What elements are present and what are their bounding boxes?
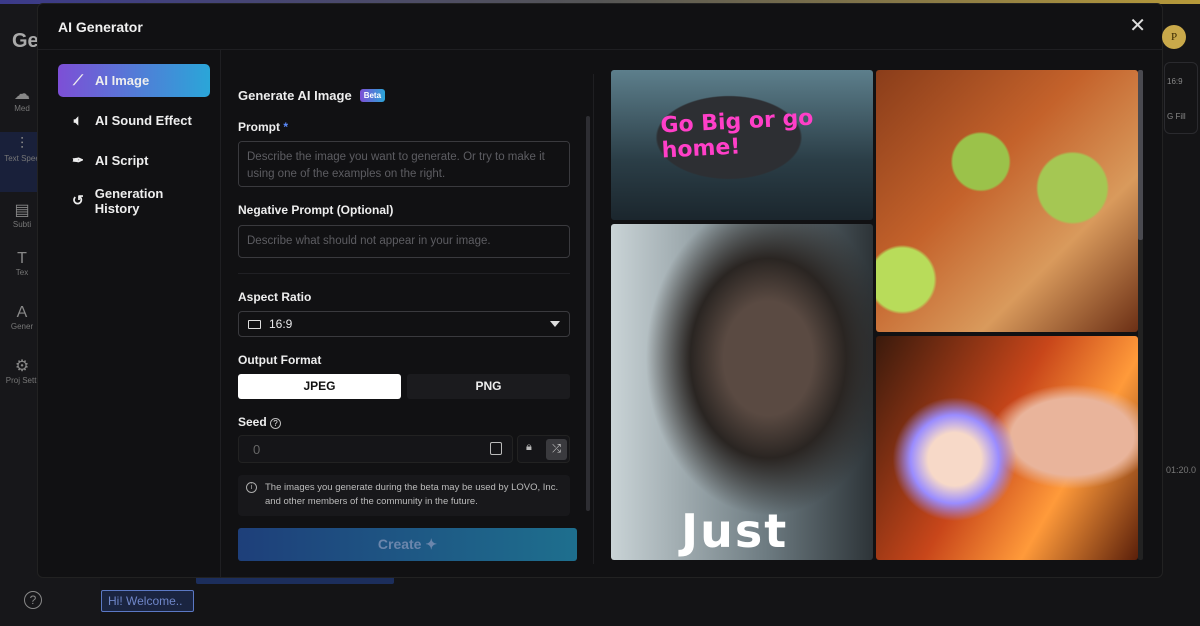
format-png-button[interactable]: PNG <box>407 374 570 399</box>
beta-notice: i The images you generate during the beta… <box>238 475 570 516</box>
shuffle-icon[interactable]: ⤮ <box>546 439 567 460</box>
example-image[interactable]: Just <box>611 224 873 560</box>
nav-ai-sound-effect[interactable]: 🔈︎ AI Sound Effect <box>58 104 210 137</box>
info-icon: i <box>246 482 257 493</box>
generator-nav: ⟋ AI Image 🔈︎ AI Sound Effect ✒︎ AI Script … <box>38 50 221 577</box>
gallery-scrollbar[interactable] <box>1138 70 1143 240</box>
ratio-label[interactable]: 16:9 <box>1167 77 1195 86</box>
timeline-clip-welcome[interactable]: Hi! Welcome.. <box>101 590 194 612</box>
form-scrollbar[interactable] <box>586 116 590 511</box>
seed-input[interactable]: 0 <box>238 435 513 463</box>
aspect-ratio-icon <box>248 319 261 329</box>
chevron-down-icon <box>550 321 560 327</box>
magic-wand-icon: ⟋ <box>73 72 83 88</box>
nav-generation-history[interactable]: ↺ Generation History <box>58 184 210 217</box>
negative-prompt-label: Negative Prompt (Optional) <box>238 203 394 217</box>
example-image[interactable] <box>876 336 1138 560</box>
divider <box>238 273 570 274</box>
history-icon: ↺ <box>72 192 84 208</box>
aspect-ratio-label: Aspect Ratio <box>238 290 312 304</box>
dialog-header: AI Generator ✕ <box>38 4 1162 50</box>
quill-icon: ✒︎ <box>72 152 84 168</box>
right-panel: 16:9 G Fill <box>1164 62 1198 134</box>
bg-fill-label[interactable]: G Fill <box>1167 112 1195 121</box>
timeline-time: 01:20.0 <box>1166 465 1197 475</box>
beta-badge: Beta <box>359 89 386 102</box>
form-heading: Generate AI Image Beta <box>238 88 386 103</box>
nav-ai-script[interactable]: ✒︎ AI Script <box>58 144 210 177</box>
close-icon[interactable]: ✕ <box>1129 13 1146 38</box>
example-image[interactable]: Go Big or go home! <box>611 70 873 220</box>
negative-prompt-input[interactable] <box>238 225 570 258</box>
sound-effect-icon: 🔈︎ <box>73 112 83 128</box>
format-jpeg-button[interactable]: JPEG <box>238 374 401 399</box>
prompt-input[interactable] <box>238 141 570 187</box>
copy-icon[interactable] <box>490 442 502 455</box>
example-image[interactable] <box>876 70 1138 332</box>
output-format-label: Output Format <box>238 353 322 367</box>
ai-generator-dialog: AI Generator ✕ ⟋ AI Image 🔈︎ AI Sound Effe… <box>37 3 1163 578</box>
dialog-title: AI Generator <box>58 19 143 35</box>
generate-form: Generate AI ImageBeta Prompt * Negative … <box>238 50 577 577</box>
lock-icon[interactable]: 🔒︎ <box>526 441 532 454</box>
question-icon[interactable]: ? <box>270 418 282 429</box>
seed-label: Seed ? <box>238 415 282 429</box>
aspect-ratio-select[interactable]: 16:9 <box>238 311 570 337</box>
avatar[interactable]: P <box>1162 25 1186 49</box>
create-button[interactable]: Create ✦ <box>238 528 577 561</box>
sparkle-icon: ✦ <box>425 536 438 552</box>
prompt-label: Prompt * <box>238 120 289 134</box>
seed-controls: 🔒︎ ⤮ <box>517 435 570 463</box>
help-icon[interactable]: ? <box>24 591 42 609</box>
nav-ai-image[interactable]: ⟋ AI Image <box>58 64 210 97</box>
divider <box>593 74 594 564</box>
app-title: Ge <box>12 30 39 52</box>
